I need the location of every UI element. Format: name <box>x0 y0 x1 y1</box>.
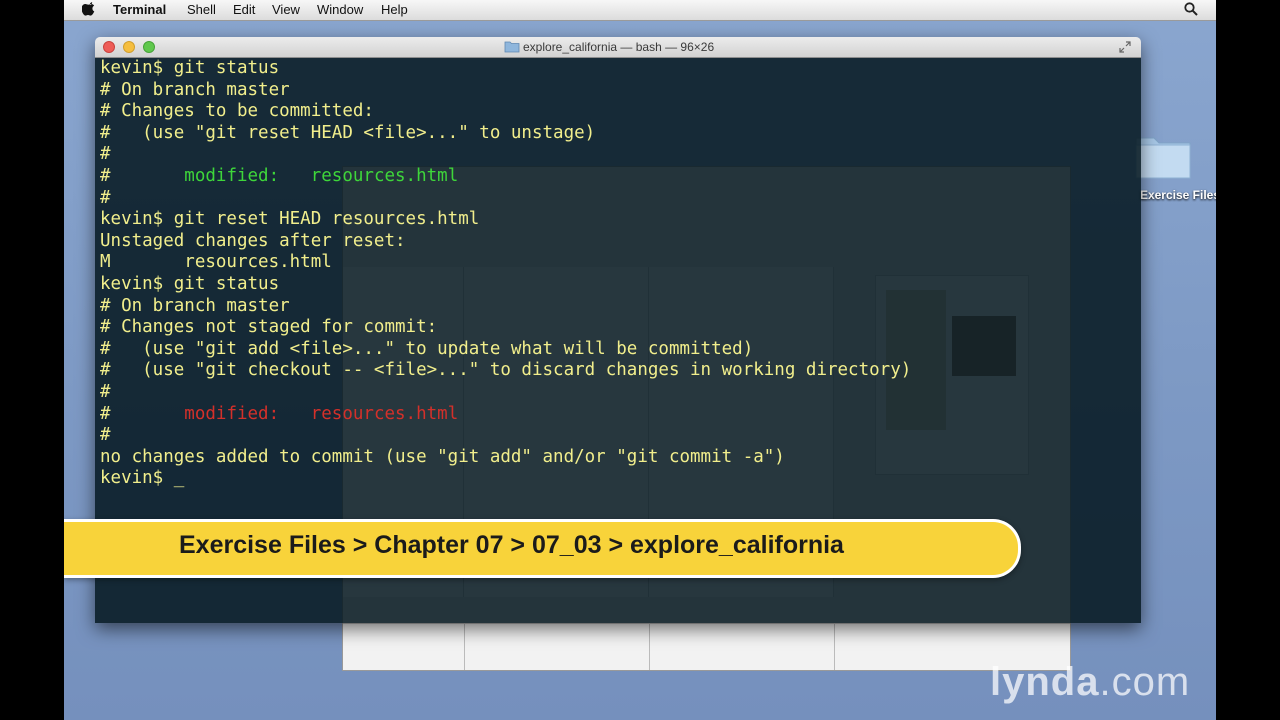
staged-file-status: modified: resources.html <box>184 165 459 186</box>
terminal-titlebar[interactable]: explore_california — bash — 96×26 <box>95 37 1141 58</box>
minimize-button[interactable] <box>123 41 135 53</box>
terminal-line: # <box>100 425 111 446</box>
zoom-button[interactable] <box>143 41 155 53</box>
menu-edit[interactable]: Edit <box>233 2 255 17</box>
menu-window[interactable]: Window <box>317 2 363 17</box>
terminal-line: # <box>100 381 111 402</box>
lynda-logo: lynda.com <box>990 660 1190 705</box>
window-title: explore_california — bash — 96×26 <box>523 40 715 54</box>
terminal-line: kevin$ _ <box>100 468 185 489</box>
terminal-line: # <box>100 144 111 165</box>
menu-terminal[interactable]: Terminal <box>113 2 166 17</box>
terminal-line: # Changes to be committed: <box>100 101 374 122</box>
terminal-line: # On branch master <box>100 79 290 100</box>
breadcrumb: Exercise Files > Chapter 07 > 07_03 > ex… <box>179 531 844 559</box>
terminal-line: kevin$ git reset HEAD resources.html <box>100 209 480 230</box>
terminal-line: # (use "git reset HEAD <file>..." to uns… <box>100 122 596 143</box>
spotlight-search-icon[interactable] <box>1184 2 1198 16</box>
menu-view[interactable]: View <box>272 2 300 17</box>
terminal-line: # On branch master <box>100 295 290 316</box>
terminal-line: # modified: resources.html <box>100 166 911 188</box>
terminal-line: M resources.html <box>100 252 332 273</box>
fullscreen-icon[interactable] <box>1119 41 1131 53</box>
folder-icon <box>504 41 520 53</box>
terminal-line: # modified: resources.html <box>100 404 911 426</box>
terminal-line: Unstaged changes after reset: <box>100 230 406 251</box>
terminal-line: kevin$ git status <box>100 58 280 78</box>
menu-bar: Terminal Shell Edit View Window Help <box>64 0 1216 21</box>
terminal-line: no changes added to commit (use "git add… <box>100 446 785 467</box>
close-button[interactable] <box>103 41 115 53</box>
terminal-line-prefix: # <box>100 165 185 186</box>
terminal-line-prefix: # <box>100 403 185 424</box>
terminal-output: kevin$ git status # On branch master # Cha… <box>100 58 911 490</box>
terminal-line: # (use "git add <file>..." to update wha… <box>100 338 754 359</box>
terminal-line: # (use "git checkout -- <file>..." to di… <box>100 360 912 381</box>
menu-shell[interactable]: Shell <box>187 2 216 17</box>
apple-icon[interactable] <box>82 1 96 17</box>
finder-status-bar <box>343 623 1070 670</box>
terminal-line: # <box>100 187 111 208</box>
desktop: Terminal Shell Edit View Window Help Exe… <box>64 0 1216 720</box>
terminal-line: kevin$ git status <box>100 273 280 294</box>
logo-suffix: .com <box>1099 660 1191 704</box>
breadcrumb-banner: Exercise Files > Chapter 07 > 07_03 > ex… <box>64 519 1021 578</box>
menu-help[interactable]: Help <box>381 2 408 17</box>
unstaged-file-status: modified: resources.html <box>184 403 459 424</box>
logo-brand: lynda <box>990 660 1100 704</box>
terminal-line: # Changes not staged for commit: <box>100 317 438 338</box>
folder-icon[interactable] <box>1134 130 1192 180</box>
